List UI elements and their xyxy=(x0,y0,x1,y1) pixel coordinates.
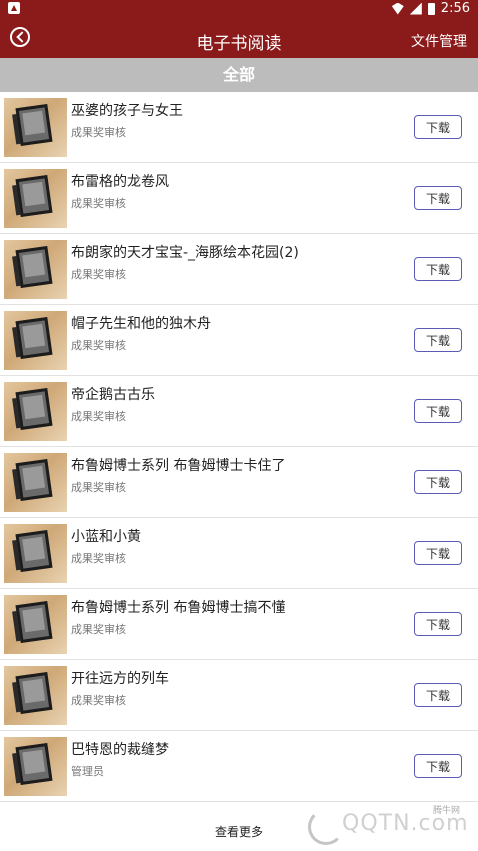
book-row[interactable]: 帽子先生和他的独木舟 成果奖审核 下载 xyxy=(0,305,478,376)
book-thumbnail xyxy=(4,737,67,796)
status-time: 2:56 xyxy=(440,1,470,16)
book-row[interactable]: 巫婆的孩子与女王 成果奖审核 下载 xyxy=(0,92,478,163)
book-title: 帝企鹅古古乐 xyxy=(71,387,155,403)
book-subtitle: 成果奖审核 xyxy=(71,694,126,707)
book-subtitle: 成果奖审核 xyxy=(71,623,126,636)
book-title: 巫婆的孩子与女王 xyxy=(71,103,183,119)
book-thumbnail xyxy=(4,524,67,583)
wifi-icon xyxy=(391,2,404,15)
book-title: 小蓝和小黄 xyxy=(71,529,141,545)
book-row[interactable]: 布鲁姆博士系列 布鲁姆博士卡住了 成果奖审核 下载 xyxy=(0,447,478,518)
book-subtitle: 成果奖审核 xyxy=(71,552,126,565)
book-row[interactable]: 布雷格的龙卷风 成果奖审核 下载 xyxy=(0,163,478,234)
book-subtitle: 成果奖审核 xyxy=(71,410,126,423)
book-row[interactable]: 帝企鹅古古乐 成果奖审核 下载 xyxy=(0,376,478,447)
download-button[interactable]: 下载 xyxy=(414,257,462,281)
download-button[interactable]: 下载 xyxy=(414,612,462,636)
status-bar: 2:56 xyxy=(0,0,478,20)
page-title: 电子书阅读 xyxy=(196,34,282,54)
book-title: 帽子先生和他的独木舟 xyxy=(71,316,211,332)
book-title: 布鲁姆博士系列 布鲁姆博士卡住了 xyxy=(71,458,286,474)
signal-icon xyxy=(409,2,422,15)
download-button[interactable]: 下载 xyxy=(414,754,462,778)
book-row[interactable]: 小蓝和小黄 成果奖审核 下载 xyxy=(0,518,478,589)
book-row[interactable]: 巴特恩的裁缝梦 管理员 下载 xyxy=(0,731,478,802)
book-title: 开往远方的列车 xyxy=(71,671,169,687)
watermark: QQTN.com 腾牛网 xyxy=(308,803,468,845)
book-subtitle: 成果奖审核 xyxy=(71,197,126,210)
watermark-cn-text: 腾牛网 xyxy=(432,806,460,816)
toolbar: 电子书阅读 文件管理 xyxy=(0,20,478,58)
book-thumbnail xyxy=(4,595,67,654)
notification-icon xyxy=(8,2,20,14)
file-manage-button[interactable]: 文件管理 xyxy=(411,31,467,51)
book-subtitle: 成果奖审核 xyxy=(71,126,126,139)
book-thumbnail xyxy=(4,169,67,228)
book-thumbnail xyxy=(4,382,67,441)
book-title: 布朗家的天才宝宝-_海豚绘本花园(2) xyxy=(71,245,299,261)
download-button[interactable]: 下载 xyxy=(414,328,462,352)
book-thumbnail xyxy=(4,453,67,512)
book-title: 布雷格的龙卷风 xyxy=(71,174,169,190)
download-button[interactable]: 下载 xyxy=(414,683,462,707)
download-button[interactable]: 下载 xyxy=(414,115,462,139)
book-row[interactable]: 布朗家的天才宝宝-_海豚绘本花园(2) 成果奖审核 下载 xyxy=(0,234,478,305)
book-thumbnail xyxy=(4,666,67,725)
book-subtitle: 成果奖审核 xyxy=(71,481,126,494)
book-thumbnail xyxy=(4,98,67,157)
section-header: 全部 xyxy=(0,58,478,92)
book-title: 布鲁姆博士系列 布鲁姆博士搞不懂 xyxy=(71,600,286,616)
book-subtitle: 成果奖审核 xyxy=(71,268,126,281)
watermark-logo-icon xyxy=(308,809,344,845)
book-title: 巴特恩的裁缝梦 xyxy=(71,742,169,758)
download-button[interactable]: 下载 xyxy=(414,470,462,494)
book-thumbnail xyxy=(4,240,67,299)
book-row[interactable]: 开往远方的列车 成果奖审核 下载 xyxy=(0,660,478,731)
book-subtitle: 管理员 xyxy=(71,765,104,778)
download-button[interactable]: 下载 xyxy=(414,399,462,423)
status-icons: 2:56 xyxy=(391,1,470,16)
book-row[interactable]: 布鲁姆博士系列 布鲁姆博士搞不懂 成果奖审核 下载 xyxy=(0,589,478,660)
battery-icon xyxy=(427,2,435,15)
book-subtitle: 成果奖审核 xyxy=(71,339,126,352)
book-list: 巫婆的孩子与女王 成果奖审核 下载 布雷格的龙卷风 成果奖审核 下载 布朗家的天… xyxy=(0,92,478,802)
book-thumbnail xyxy=(4,311,67,370)
download-button[interactable]: 下载 xyxy=(414,541,462,565)
download-button[interactable]: 下载 xyxy=(414,186,462,210)
